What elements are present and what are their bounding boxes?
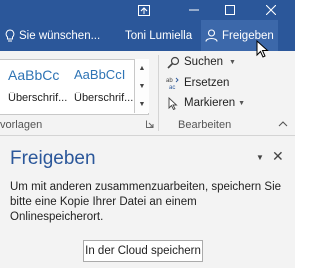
replace-button[interactable]: ab ac Ersetzen: [166, 74, 229, 92]
minimize-icon: [189, 9, 199, 11]
styles-gallery: AaBbCc Überschrif... AaBbCcI Überschrif.…: [0, 59, 149, 115]
maximize-icon: [225, 5, 235, 15]
close-button[interactable]: [254, 0, 288, 20]
collapse-ribbon-icon[interactable]: [278, 120, 288, 128]
style-preview: AaBbCc: [8, 67, 60, 83]
minimize-button[interactable]: [177, 0, 211, 20]
maximize-button[interactable]: [213, 0, 247, 20]
style-heading-2[interactable]: AaBbCcI Überschrif...: [74, 60, 134, 114]
search-label: Suchen: [184, 56, 224, 68]
lightbulb-icon: [5, 29, 15, 42]
ribbon-display-options-button[interactable]: [127, 0, 161, 20]
style-label: Überschrif...: [74, 92, 134, 104]
share-pane: Freigeben ▼ ✕ Um mit anderen zusammenzua…: [0, 136, 295, 268]
search-button[interactable]: Suchen ▼: [166, 53, 236, 71]
user-account[interactable]: Toni Lumiella: [125, 20, 192, 51]
title-bar: [0, 0, 295, 20]
styles-group-label: vorlagen: [0, 119, 43, 131]
pane-message: Um mit anderen zusammenzuarbeiten, speic…: [10, 181, 282, 223]
svg-text:ab: ab: [166, 78, 173, 84]
save-to-cloud-button[interactable]: In der Cloud speichern: [83, 240, 203, 262]
tell-me-box[interactable]: Sie wünschen...: [5, 20, 100, 51]
replace-icon: ab ac: [166, 77, 179, 90]
style-preview: AaBbCcI: [74, 67, 126, 82]
mouse-cursor-icon: [256, 40, 269, 58]
group-separator: [158, 55, 159, 131]
select-button[interactable]: Markieren ▼: [166, 94, 245, 112]
close-pane-icon[interactable]: ✕: [272, 148, 284, 165]
pane-options-icon[interactable]: ▼: [256, 153, 264, 162]
style-heading-1[interactable]: AaBbCc Überschrif...: [8, 60, 76, 114]
person-icon: [205, 29, 218, 42]
search-icon: [166, 56, 179, 69]
ribbon-display-options-icon: [138, 4, 150, 16]
cursor-arrow-icon: [168, 96, 178, 110]
tell-me-label: Sie wünschen...: [19, 29, 101, 42]
chevron-down-icon: ▼: [229, 58, 236, 66]
close-icon: [266, 5, 276, 15]
more-styles-icon[interactable]: ▼: [135, 95, 149, 113]
style-label: Überschrif...: [8, 92, 68, 104]
dialog-launcher-icon[interactable]: [146, 120, 154, 128]
ribbon-header: Sie wünschen... Toni Lumiella Freigeben: [0, 20, 295, 51]
pane-title: Freigeben: [10, 148, 96, 169]
user-name: Toni Lumiella: [125, 29, 193, 42]
svg-text:ac: ac: [169, 85, 175, 90]
select-label: Markieren: [184, 97, 236, 109]
editing-group-label: Bearbeiten: [178, 119, 232, 131]
chevron-down-icon: ▼: [238, 99, 246, 107]
styles-scroll: ▲ ▼ ▼: [134, 59, 149, 113]
scroll-up-icon[interactable]: ▲: [135, 59, 149, 77]
scroll-down-icon[interactable]: ▼: [135, 77, 149, 95]
ribbon: AaBbCc Überschrif... AaBbCcI Überschrif.…: [0, 51, 295, 136]
replace-label: Ersetzen: [184, 77, 230, 89]
